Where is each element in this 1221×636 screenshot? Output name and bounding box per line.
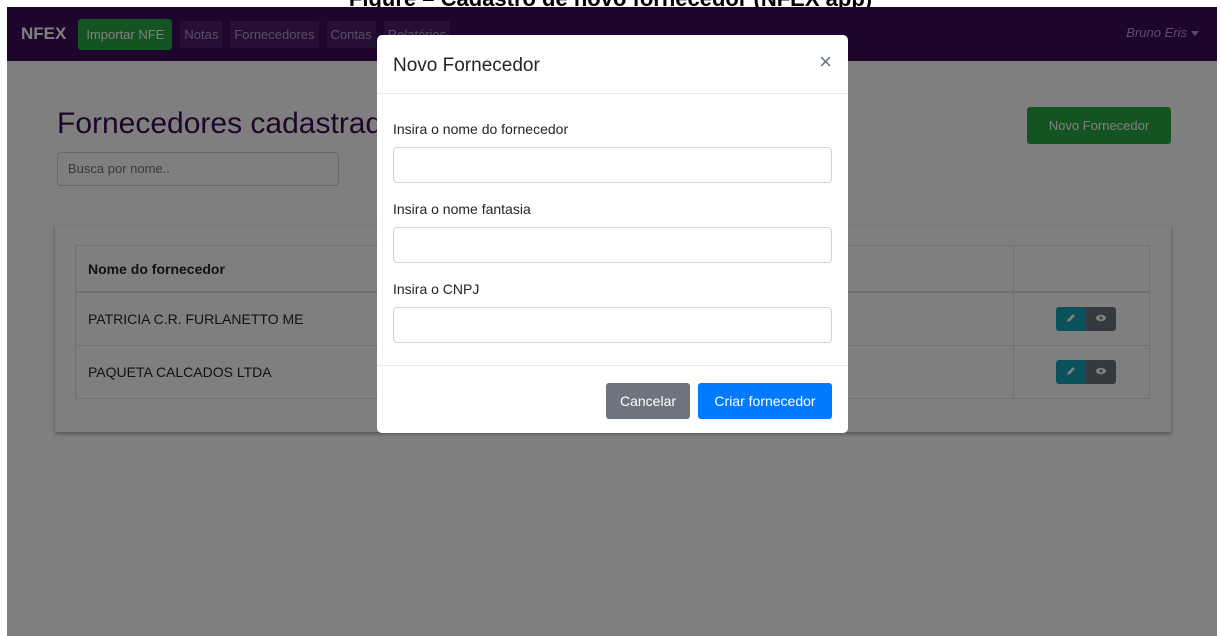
close-icon[interactable]: × (819, 49, 832, 75)
modal-header: Novo Fornecedor × (377, 35, 848, 94)
cancel-button[interactable]: Cancelar (606, 383, 690, 419)
supplier-name-label: Insira o nome do fornecedor (393, 121, 569, 137)
modal-title: Novo Fornecedor (393, 55, 540, 76)
create-supplier-button[interactable]: Criar fornecedor (698, 383, 832, 419)
new-supplier-modal: Novo Fornecedor × Insira o nome do forne… (377, 35, 848, 433)
app-window: NFEX Importar NFE Notas Fornecedores Con… (7, 7, 1217, 636)
trade-name-input[interactable] (393, 227, 832, 263)
cnpj-input[interactable] (393, 307, 832, 343)
supplier-name-input[interactable] (393, 147, 832, 183)
modal-footer: Cancelar Criar fornecedor (377, 365, 848, 434)
trade-name-label: Insira o nome fantasia (393, 201, 531, 217)
cnpj-label: Insira o CNPJ (393, 281, 480, 297)
